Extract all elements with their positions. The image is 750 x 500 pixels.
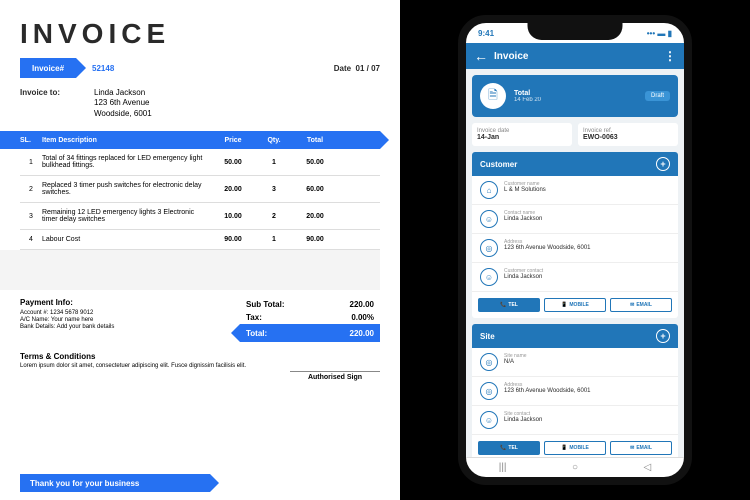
customer-header: Customer+ bbox=[472, 152, 678, 176]
grand-total: Total:220.00 bbox=[240, 324, 380, 342]
customer-name-field[interactable]: ⌂Customer nameL & M Solutions bbox=[472, 176, 678, 205]
phone-notch bbox=[528, 23, 623, 40]
document-icon: 🗎 bbox=[480, 83, 506, 109]
table-header: SL. Item Description Price Qty. Total bbox=[0, 131, 380, 149]
customer-card: Customer+ ⌂Customer nameL & M Solutions … bbox=[472, 152, 678, 318]
table-row: 2Replaced 3 timer push switches for elec… bbox=[20, 176, 380, 203]
nav-home-icon[interactable]: ○ bbox=[572, 462, 578, 473]
summary-block: Payment Info: Account #: 1234 5678 9012 … bbox=[20, 298, 380, 342]
table-row: 1Total of 34 fittings replaced for LED e… bbox=[20, 149, 380, 176]
bill-to-address: Linda Jackson 123 6th Avenue Woodside, 6… bbox=[94, 88, 152, 119]
tel-button[interactable]: 📞 TEL bbox=[478, 298, 540, 312]
invoice-number: 52148 bbox=[92, 64, 114, 73]
tel-button[interactable]: 📞 TEL bbox=[478, 441, 540, 455]
terms: Terms & Conditions Lorem ipsum dolor sit… bbox=[20, 352, 380, 369]
invoice-hero[interactable]: 🗎 Total 14 Feb 20 Draft bbox=[472, 75, 678, 117]
bill-to-label: Invoice to: bbox=[20, 88, 94, 119]
doc-title: INVOICE bbox=[20, 18, 380, 50]
signature-line: Authorised Sign bbox=[290, 371, 380, 381]
totals: Sub Total:220.00 Tax:0.00% Total:220.00 bbox=[240, 298, 380, 342]
location-icon: ◎ bbox=[480, 382, 498, 400]
nav-recents-icon[interactable]: ||| bbox=[499, 462, 507, 473]
header-band: Invoice# 52148 Date 01 / 07 bbox=[20, 58, 380, 78]
address-field[interactable]: ◎Address123 6th Avenue Woodside, 6001 bbox=[472, 234, 678, 263]
add-icon[interactable]: + bbox=[656, 157, 670, 171]
invoice-document: INVOICE Invoice# 52148 Date 01 / 07 Invo… bbox=[0, 0, 400, 500]
site-address-field[interactable]: ◎Address123 6th Avenue Woodside, 6001 bbox=[472, 377, 678, 406]
location-icon: ◎ bbox=[480, 353, 498, 371]
site-name-field[interactable]: ◎Site nameN/A bbox=[472, 348, 678, 377]
thank-you-band: Thank you for your business bbox=[20, 474, 210, 492]
contact-buttons: 📞 TEL 📱 MOBILE ✉ EMAIL bbox=[472, 292, 678, 318]
table-row: 4Labour Cost90.00190.00 bbox=[20, 230, 380, 250]
invoice-number-label: Invoice# bbox=[20, 58, 76, 78]
app-title: Invoice bbox=[494, 51, 528, 62]
invoice-ref-card[interactable]: Invoice ref.EWO-0063 bbox=[578, 123, 678, 146]
person-icon: ☺ bbox=[480, 411, 498, 429]
status-time: 9:41 bbox=[478, 29, 494, 38]
add-icon[interactable]: + bbox=[656, 329, 670, 343]
person-icon: ☺ bbox=[480, 268, 498, 286]
email-button[interactable]: ✉ EMAIL bbox=[610, 441, 672, 455]
location-icon: ◎ bbox=[480, 239, 498, 257]
table-body: 1Total of 34 fittings replaced for LED e… bbox=[20, 149, 380, 250]
mobile-button[interactable]: 📱 MOBILE bbox=[544, 441, 606, 455]
phone-frame: 9:41 ••• ▬ ▮ ← Invoice ⋮ 🗎 Total 14 Feb … bbox=[458, 15, 692, 485]
status-icons: ••• ▬ ▮ bbox=[647, 29, 672, 38]
mobile-button[interactable]: 📱 MOBILE bbox=[544, 298, 606, 312]
app-bar: ← Invoice ⋮ bbox=[466, 43, 684, 69]
invoice-date: Date 01 / 07 bbox=[334, 64, 380, 73]
business-icon: ⌂ bbox=[480, 181, 498, 199]
back-icon[interactable]: ← bbox=[474, 48, 488, 64]
contact-name-field[interactable]: ☺Contact nameLinda Jackson bbox=[472, 205, 678, 234]
app-body[interactable]: 🗎 Total 14 Feb 20 Draft Invoice date14-J… bbox=[466, 69, 684, 457]
android-nav: ||| ○ ◁ bbox=[466, 457, 684, 477]
email-button[interactable]: ✉ EMAIL bbox=[610, 298, 672, 312]
customer-contact-field[interactable]: ☺Customer contactLinda Jackson bbox=[472, 263, 678, 292]
phone-panel: 9:41 ••• ▬ ▮ ← Invoice ⋮ 🗎 Total 14 Feb … bbox=[400, 0, 750, 500]
site-card: Site+ ◎Site nameN/A ◎Address123 6th Aven… bbox=[472, 324, 678, 457]
table-filler bbox=[0, 250, 380, 290]
nav-back-icon[interactable]: ◁ bbox=[644, 462, 652, 473]
bill-to: Invoice to: Linda Jackson 123 6th Avenue… bbox=[20, 88, 380, 119]
site-header: Site+ bbox=[472, 324, 678, 348]
site-contact-buttons: 📞 TEL 📱 MOBILE ✉ EMAIL bbox=[472, 435, 678, 457]
table-row: 3Remaining 12 LED emergency lights 3 Ele… bbox=[20, 203, 380, 230]
payment-info: Payment Info: Account #: 1234 5678 9012 … bbox=[20, 298, 240, 342]
invoice-date-card[interactable]: Invoice date14-Jan bbox=[472, 123, 572, 146]
person-icon: ☺ bbox=[480, 210, 498, 228]
status-badge: Draft bbox=[645, 91, 670, 101]
site-contact-field[interactable]: ☺Site contactLinda Jackson bbox=[472, 406, 678, 435]
menu-icon[interactable]: ⋮ bbox=[664, 49, 676, 63]
